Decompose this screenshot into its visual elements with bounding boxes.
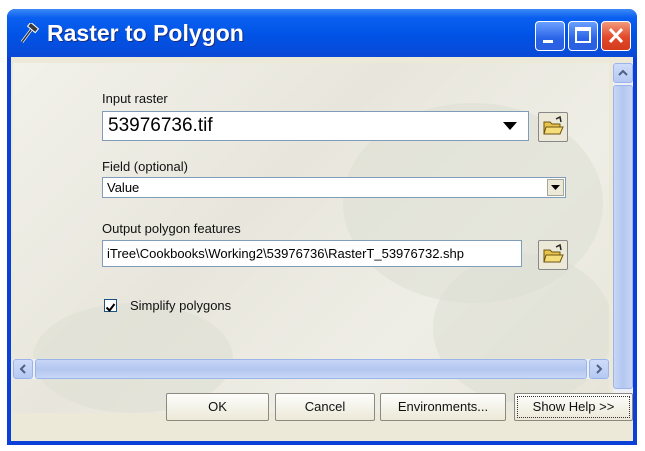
output-features-browse-button[interactable]: [538, 240, 568, 270]
minimize-button[interactable]: [535, 21, 565, 51]
ok-button[interactable]: OK: [166, 393, 269, 421]
checkmark-icon: [105, 303, 116, 313]
output-features-label: Output polygon features: [102, 221, 241, 236]
close-icon: [608, 27, 624, 44]
simplify-polygons-checkbox[interactable]: [104, 299, 117, 313]
chevron-right-icon: [596, 364, 603, 374]
hammer-icon: [20, 23, 40, 43]
show-help-button[interactable]: Show Help >>: [514, 393, 633, 421]
field-value: Value: [107, 180, 140, 195]
input-raster-value: 53976736.tif: [108, 115, 213, 136]
window-title: Raster to Polygon: [47, 20, 244, 46]
maximize-button[interactable]: [568, 21, 598, 51]
dropdown-arrow-icon[interactable]: [500, 120, 520, 132]
chevron-up-icon: [618, 69, 628, 76]
input-raster-field[interactable]: 53976736.tif: [102, 111, 529, 141]
open-folder-icon: [543, 243, 564, 263]
field-select[interactable]: Value: [102, 177, 566, 198]
horizontal-scrollbar[interactable]: [13, 359, 609, 379]
horizontal-scroll-thumb[interactable]: [35, 359, 587, 379]
simplify-polygons-label[interactable]: Simplify polygons: [130, 298, 231, 313]
scroll-right-button[interactable]: [589, 359, 609, 379]
chevron-down-icon: [551, 185, 560, 190]
input-raster-browse-button[interactable]: [538, 112, 568, 142]
environments-button[interactable]: Environments...: [380, 393, 506, 421]
background-map-shape: [433, 253, 609, 403]
vertical-scrollbar[interactable]: [613, 63, 633, 413]
minimize-icon: [543, 40, 553, 43]
input-raster-label: Input raster: [102, 91, 168, 106]
maximize-icon: [575, 27, 591, 43]
title-bar[interactable]: Raster to Polygon: [7, 9, 637, 57]
output-features-field[interactable]: iTree\Cookbooks\Working2\53976736\Raster…: [102, 240, 522, 267]
close-button[interactable]: [601, 21, 631, 51]
field-dropdown-button[interactable]: [547, 179, 564, 196]
field-label: Field (optional): [102, 159, 188, 174]
cancel-button[interactable]: Cancel: [275, 393, 375, 421]
vertical-scroll-thumb[interactable]: [613, 85, 633, 389]
scroll-left-button[interactable]: [13, 359, 33, 379]
open-folder-icon: [543, 115, 564, 135]
chevron-left-icon: [19, 364, 26, 374]
output-features-value: iTree\Cookbooks\Working2\53976736\Raster…: [107, 246, 465, 261]
scroll-up-button[interactable]: [613, 63, 633, 83]
